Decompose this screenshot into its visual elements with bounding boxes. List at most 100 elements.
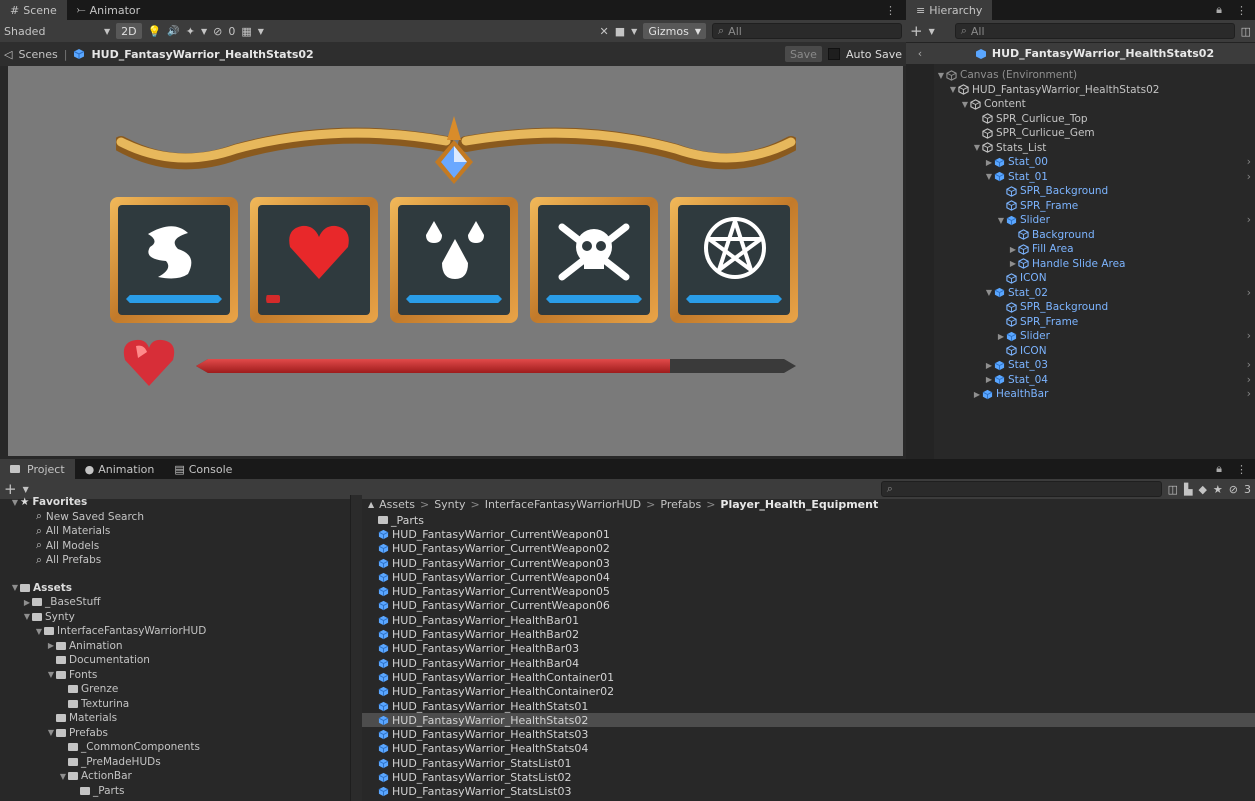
expand-arrow-icon[interactable]: ▶	[22, 598, 32, 607]
file-item[interactable]: HUD_FantasyWarrior_HealthBar01	[362, 613, 1255, 627]
folder-tree-item[interactable]: Documentation	[0, 653, 350, 668]
expand-arrow-icon[interactable]: ▼	[972, 143, 982, 152]
expand-arrow-icon[interactable]: ▼	[22, 612, 32, 621]
scrollbar[interactable]	[350, 495, 362, 801]
hierarchy-row[interactable]: ▶ Stat_00 ›	[934, 155, 1255, 170]
breadcrumb-item[interactable]: Synty	[434, 498, 465, 511]
hierarchy-row[interactable]: ▶ Fill Area	[934, 242, 1255, 257]
lock-icon[interactable]: 🔒︎	[1210, 3, 1228, 20]
auto-save-checkbox[interactable]	[827, 48, 840, 60]
hierarchy-row[interactable]: ▼ Content	[934, 97, 1255, 112]
file-item[interactable]: _Parts	[362, 513, 1255, 527]
hierarchy-row[interactable]: SPR_Frame	[934, 199, 1255, 214]
folder-tree-item[interactable]: ▼ Fonts	[0, 668, 350, 683]
audio-icon[interactable]: 🔊	[167, 26, 179, 37]
hidden-packages-icon[interactable]: ⊘	[1229, 483, 1238, 496]
hierarchy-row[interactable]: ▼ Stat_02 ›	[934, 286, 1255, 301]
back-arrow-icon[interactable]: ◁	[4, 48, 12, 61]
search-by-label-icon[interactable]: ▙	[1184, 483, 1192, 496]
file-item[interactable]: HUD_FantasyWarrior_CurrentWeapon06	[362, 599, 1255, 613]
kebab-menu-icon[interactable]: ⋮	[1228, 4, 1255, 20]
kebab-menu-icon[interactable]: ⋮	[875, 4, 906, 20]
hierarchy-row[interactable]: ▶ HealthBar ›	[934, 387, 1255, 402]
folder-tree-item[interactable]: ▼ Prefabs	[0, 726, 350, 741]
file-item[interactable]: HUD_FantasyWarrior_HealthContainer01	[362, 670, 1255, 684]
expand-arrow-icon[interactable]: ▶	[972, 390, 982, 399]
lighting-icon[interactable]: 💡	[148, 25, 162, 38]
hierarchy-row[interactable]: SPR_Frame	[934, 315, 1255, 330]
chevron-right-icon[interactable]: ›	[1247, 359, 1255, 371]
expand-arrow-icon[interactable]: ▶	[46, 641, 56, 650]
hierarchy-row[interactable]: SPR_Curlicue_Gem	[934, 126, 1255, 141]
chevron-down-icon[interactable]: ▼	[104, 27, 110, 36]
tab-hierarchy[interactable]: ≡ Hierarchy	[906, 0, 993, 20]
chevron-right-icon[interactable]: ›	[1247, 374, 1255, 386]
scene-search-input[interactable]: ⌕ All	[712, 23, 902, 39]
hierarchy-row[interactable]: ▼ Slider ›	[934, 213, 1255, 228]
expand-arrow-icon[interactable]: ▼	[46, 728, 56, 737]
folder-tree-item[interactable]: Grenze	[0, 682, 350, 697]
folder-tree-item[interactable]: Texturina	[0, 697, 350, 712]
expand-arrow-icon[interactable]: ▶	[984, 361, 994, 370]
chevron-right-icon[interactable]: ›	[1247, 171, 1255, 183]
file-item[interactable]: HUD_FantasyWarrior_HealthStats03	[362, 727, 1255, 741]
hierarchy-row[interactable]: ▶ Slider ›	[934, 329, 1255, 344]
grid-snap-icon[interactable]: ▦	[241, 25, 251, 38]
favorite-item[interactable]: ⌕ All Prefabs	[0, 553, 350, 568]
folder-tree-item[interactable]: _CommonComponents	[0, 740, 350, 755]
folder-tree-item[interactable]: ▼ Synty	[0, 610, 350, 625]
shading-dropdown[interactable]: Shaded	[4, 25, 98, 38]
file-item[interactable]: HUD_FantasyWarrior_CurrentWeapon01	[362, 527, 1255, 541]
effects-icon[interactable]: ✦	[186, 25, 195, 38]
file-item[interactable]: HUD_FantasyWarrior_CurrentWeapon02	[362, 542, 1255, 556]
chevron-right-icon[interactable]: ›	[1247, 214, 1255, 226]
camera-icon[interactable]: ■	[615, 25, 625, 38]
hidden-objects-icon[interactable]: ⊘	[213, 25, 222, 38]
toggle-2d-button[interactable]: 2D	[116, 23, 142, 39]
expand-arrow-icon[interactable]: ▶	[1008, 259, 1018, 268]
expand-arrow-icon[interactable]: ▶	[996, 332, 1006, 341]
expand-arrow-icon[interactable]: ▶	[984, 158, 994, 167]
file-item[interactable]: HUD_FantasyWarrior_HealthBar02	[362, 627, 1255, 641]
favorite-item[interactable]: ⌕ All Models	[0, 539, 350, 554]
add-button[interactable]: +	[910, 22, 923, 40]
chevron-down-icon[interactable]: ▼	[201, 27, 207, 36]
hierarchy-row[interactable]: ▼ HUD_FantasyWarrior_HealthStats02	[934, 83, 1255, 98]
folder-tree-item[interactable]: ▶ Animation	[0, 639, 350, 654]
file-item[interactable]: HUD_FantasyWarrior_CurrentWeapon03	[362, 556, 1255, 570]
chevron-right-icon[interactable]: ›	[1247, 156, 1255, 168]
breadcrumb-item[interactable]: Prefabs	[660, 498, 701, 511]
folder-tree-item[interactable]: Materials	[0, 711, 350, 726]
chevron-down-icon[interactable]: ▼	[23, 485, 29, 494]
scene-visibility-icon[interactable]: ◫	[1241, 25, 1251, 38]
folder-tree-item[interactable]: ▼ ActionBar	[0, 769, 350, 784]
save-button[interactable]: Save	[784, 46, 822, 62]
expand-arrow-icon[interactable]: ▼	[948, 85, 958, 94]
hierarchy-row[interactable]: SPR_Background	[934, 300, 1255, 315]
expand-arrow-icon[interactable]: ▼	[960, 100, 970, 109]
file-item[interactable]: HUD_FantasyWarrior_HealthContainer02	[362, 685, 1255, 699]
kebab-menu-icon[interactable]: ⋮	[1228, 463, 1255, 479]
hierarchy-search-input[interactable]: ⌕ All	[954, 23, 1235, 39]
expand-arrow-icon[interactable]: ▼	[46, 670, 56, 679]
expand-arrow-icon[interactable]: ▶	[984, 375, 994, 384]
search-by-type-icon[interactable]: ◫	[1168, 483, 1178, 496]
star-icon[interactable]: ★	[1213, 483, 1223, 496]
tab-console[interactable]: ▤ Console	[164, 459, 243, 479]
hierarchy-row[interactable]: ▶ Handle Slide Area	[934, 257, 1255, 272]
lock-icon[interactable]: 🔒︎	[1210, 462, 1228, 479]
tools-icon[interactable]: ✕	[600, 25, 609, 38]
hierarchy-row[interactable]: ▶ Stat_03 ›	[934, 358, 1255, 373]
expand-arrow-icon[interactable]: ▼	[984, 288, 994, 297]
folder-tree-item[interactable]: ▶ _BaseStuff	[0, 595, 350, 610]
folder-tree-item[interactable]: ▼ Assets	[0, 581, 350, 596]
file-item[interactable]: HUD_FantasyWarrior_HealthStats01	[362, 699, 1255, 713]
hierarchy-row[interactable]: ICON	[934, 271, 1255, 286]
folder-tree-item[interactable]: ▼ InterfaceFantasyWarriorHUD	[0, 624, 350, 639]
favorite-item[interactable]: ⌕ New Saved Search	[0, 510, 350, 525]
tab-animation[interactable]: ● Animation	[74, 459, 165, 479]
expand-arrow-icon[interactable]: ▶	[1008, 245, 1018, 254]
chevron-down-icon[interactable]: ▼	[631, 27, 637, 36]
expand-arrow-icon[interactable]: ▼	[984, 172, 994, 181]
scroll-up-icon[interactable]: ▲	[368, 500, 374, 509]
